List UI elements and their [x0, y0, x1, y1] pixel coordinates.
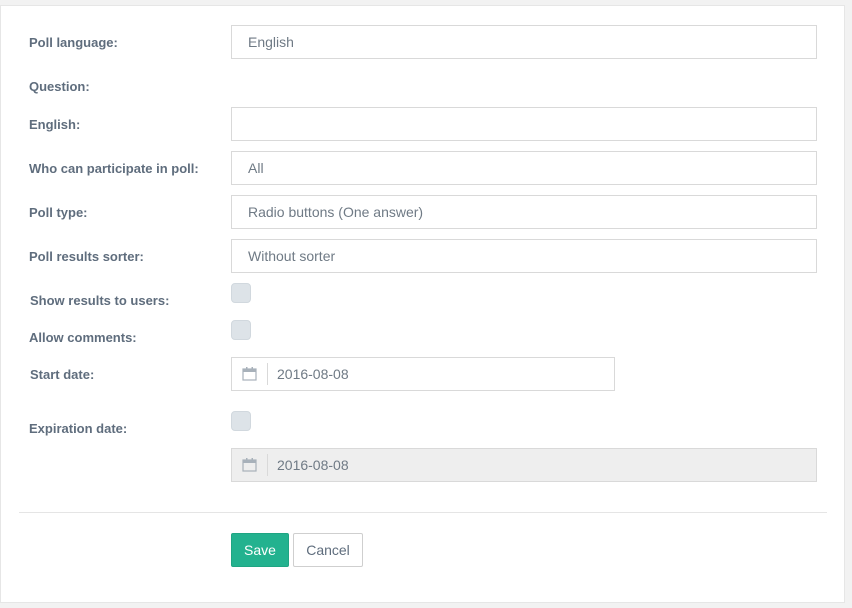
participants-select[interactable]: All	[231, 151, 817, 185]
calendar-icon[interactable]	[232, 363, 268, 385]
save-button[interactable]: Save	[231, 533, 289, 567]
poll-type-label: Poll type:	[29, 205, 88, 220]
show-results-label: Show results to users:	[30, 293, 170, 308]
expiration-date-value: 2016-08-08	[277, 457, 349, 473]
form-divider	[19, 512, 827, 513]
poll-type-select[interactable]: Radio buttons (One answer)	[231, 195, 817, 229]
participants-label: Who can participate in poll:	[29, 161, 199, 176]
english-label: English:	[29, 117, 81, 132]
allow-comments-checkbox[interactable]	[231, 320, 251, 340]
calendar-icon	[232, 454, 268, 476]
expiration-date-checkbox[interactable]	[231, 411, 251, 431]
start-date-label: Start date:	[30, 367, 95, 382]
question-label: Question:	[29, 79, 90, 94]
cancel-button[interactable]: Cancel	[293, 533, 363, 567]
show-results-checkbox[interactable]	[231, 283, 251, 303]
expiration-date-label: Expiration date:	[29, 421, 128, 436]
results-sorter-label: Poll results sorter:	[29, 249, 144, 264]
poll-language-select[interactable]: English	[231, 25, 817, 59]
start-date-picker[interactable]: 2016-08-08	[231, 357, 615, 391]
results-sorter-select[interactable]: Without sorter	[231, 239, 817, 273]
allow-comments-label: Allow comments:	[29, 330, 137, 345]
poll-language-label: Poll language:	[29, 35, 118, 50]
start-date-value: 2016-08-08	[277, 366, 349, 382]
expiration-date-picker: 2016-08-08	[231, 448, 817, 482]
english-question-input[interactable]	[231, 107, 817, 141]
